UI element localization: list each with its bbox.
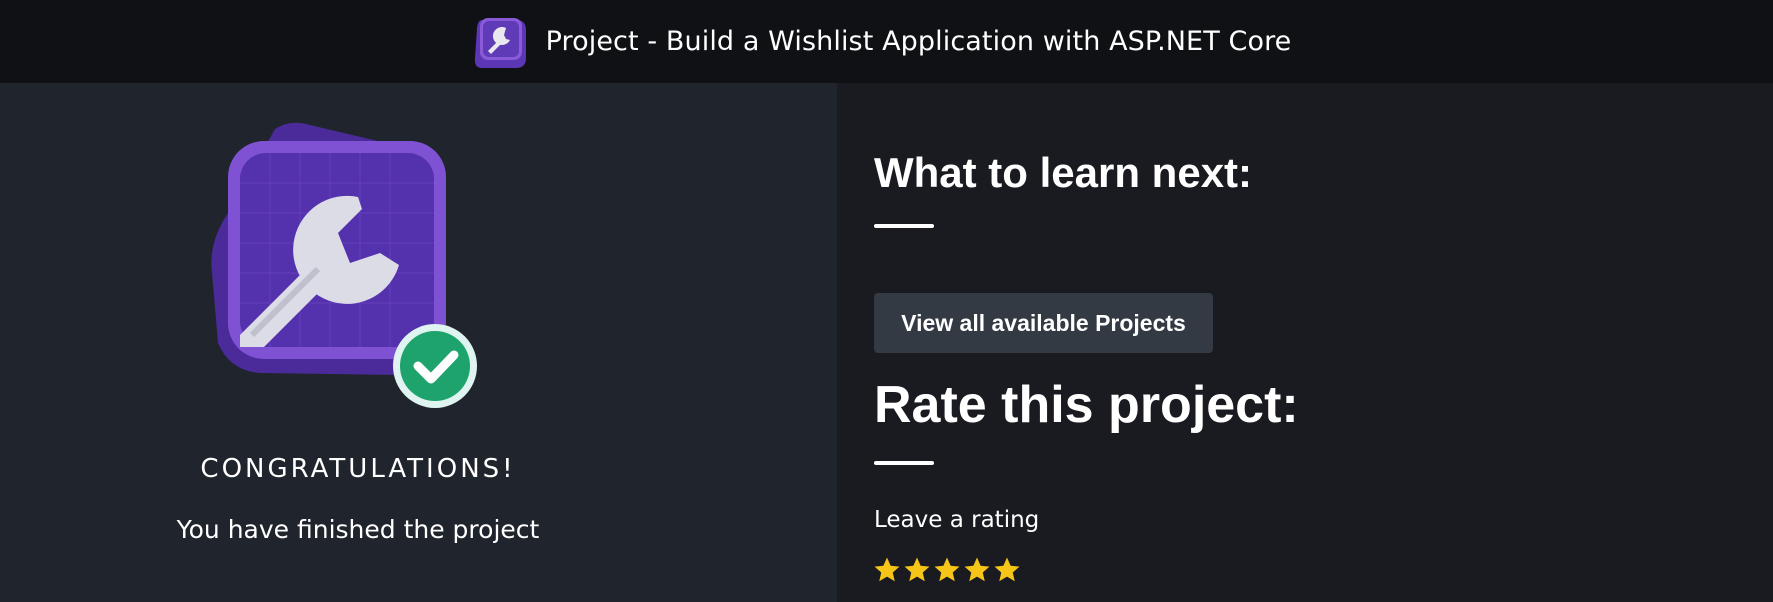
- wrench-icon: [474, 17, 526, 68]
- star-icon[interactable]: [932, 555, 962, 585]
- star-rating[interactable]: [872, 555, 1022, 585]
- completion-message: You have finished the project: [176, 515, 540, 544]
- heading-underline: [874, 461, 934, 465]
- star-icon[interactable]: [962, 555, 992, 585]
- next-steps-panel: What to learn next: View all available P…: [837, 83, 1773, 602]
- view-all-projects-button[interactable]: View all available Projects: [874, 293, 1213, 353]
- project-title: Project - Build a Wishlist Application w…: [545, 26, 1292, 57]
- star-icon[interactable]: [992, 555, 1022, 585]
- completion-panel: CONGRATULATIONS! You have finished the p…: [0, 83, 837, 602]
- rate-project-heading: Rate this project:: [874, 376, 1299, 434]
- project-badge: [211, 122, 477, 408]
- checkmark-icon: [393, 324, 477, 408]
- star-icon[interactable]: [872, 555, 902, 585]
- what-to-learn-heading: What to learn next:: [874, 149, 1253, 196]
- wrench-icon: [228, 141, 446, 359]
- top-bar: Project - Build a Wishlist Application w…: [0, 0, 1773, 83]
- heading-underline: [874, 224, 934, 228]
- star-icon[interactable]: [902, 555, 932, 585]
- top-bar-content: Project - Build a Wishlist Application w…: [472, 14, 1292, 70]
- congratulations-heading: CONGRATULATIONS!: [200, 454, 516, 484]
- leave-rating-label: Leave a rating: [874, 507, 1040, 533]
